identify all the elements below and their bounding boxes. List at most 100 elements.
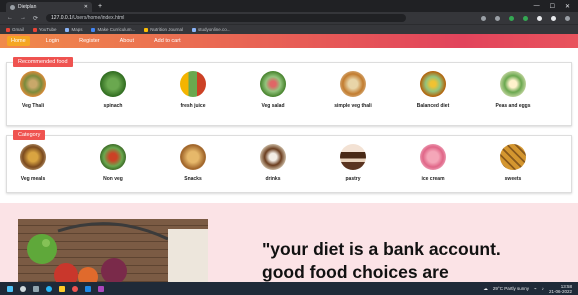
url-host: 127.0.0.1 <box>51 15 72 21</box>
category-item-label: ice cream <box>421 176 445 182</box>
volume-icon[interactable]: ♪ <box>542 286 544 291</box>
nav-register[interactable]: Register <box>75 36 103 46</box>
bookmark-gmail[interactable]: Gmail <box>6 27 24 32</box>
star-icon[interactable] <box>495 15 500 21</box>
category-item-sweets[interactable]: sweets <box>473 144 553 182</box>
food-item-veg-thali[interactable]: Veg Thali <box>0 71 73 109</box>
browser-tab-strip: Dietplan ✕ + — ☐ ✕ <box>0 0 578 12</box>
food-item-veg-salad[interactable]: Veg salad <box>233 71 313 109</box>
bookmark-icon <box>144 27 149 32</box>
vscode-icon[interactable] <box>85 285 91 292</box>
browser-toolbar: ← → ⟳ 127.0.0.1/Users/home/index.html <box>0 12 578 24</box>
food-item-label: Balanced diet <box>416 103 450 109</box>
food-item-label: Peas and eggs <box>495 103 531 109</box>
edge-icon[interactable] <box>46 285 52 292</box>
food-item-label: spinach <box>103 103 123 109</box>
reload-icon[interactable]: ⟳ <box>33 15 38 22</box>
gmail-icon <box>6 27 10 32</box>
category-item-pastry[interactable]: pastry <box>313 144 393 182</box>
category-item-snacks[interactable]: Snacks <box>153 144 233 182</box>
new-tab-icon[interactable]: + <box>98 3 102 10</box>
category-badge: Category <box>13 130 46 140</box>
food-item-label: Veg Thali <box>22 103 44 109</box>
weather-text[interactable]: 29°C Partly sunny <box>493 286 529 291</box>
category-item-label: drinks <box>265 176 281 182</box>
extensions-area <box>481 15 570 21</box>
clock-date: 21-06-2022 <box>548 288 572 294</box>
browser-tab[interactable]: Dietplan ✕ <box>6 2 92 12</box>
bookmarks-bar: Gmail YouTube Maps Make Curriculum... Nu… <box>0 24 578 34</box>
food-item-peas-and-eggs[interactable]: Peas and eggs <box>473 71 553 109</box>
network-icon[interactable]: ⌁ <box>534 286 537 292</box>
file-explorer-icon[interactable] <box>59 285 65 292</box>
pastry-image <box>340 144 366 170</box>
category-item-label: pastry <box>345 176 361 182</box>
category-row: Veg meals Non veg Snacks drinks pastry i… <box>7 144 571 182</box>
bookmark-3[interactable]: Make Curriculum... <box>91 27 135 32</box>
fresh-juice-image <box>180 71 206 97</box>
task-view-icon[interactable] <box>33 285 39 292</box>
food-item-balanced-diet[interactable]: Balanced diet <box>393 71 473 109</box>
hero-quote-line-2: good food choices are <box>262 262 449 282</box>
bookmark-4[interactable]: Nutrition Journal <box>144 27 183 32</box>
drinks-image <box>260 144 286 170</box>
extension-icon[interactable] <box>523 15 528 21</box>
tab-title: Dietplan <box>18 4 37 10</box>
category-section: Category Veg meals Non veg Snacks drinks… <box>6 130 572 193</box>
share-icon[interactable] <box>481 15 486 21</box>
recommended-food-row: Veg Thali spinach fresh juice Veg salad … <box>7 71 571 109</box>
maximize-icon[interactable]: ☐ <box>550 3 555 10</box>
search-icon[interactable] <box>20 285 26 292</box>
healthy-food-illustration <box>18 219 208 282</box>
hero-quote-line-1: "your diet is a bank account. <box>262 239 501 259</box>
ice-cream-image <box>420 144 446 170</box>
category-item-ice-cream[interactable]: ice cream <box>393 144 473 182</box>
category-item-non-veg[interactable]: Non veg <box>73 144 153 182</box>
category-item-veg-meals[interactable]: Veg meals <box>0 144 73 182</box>
nav-add-to-cart[interactable]: Add to cart <box>150 36 185 46</box>
app-icon[interactable] <box>98 285 104 292</box>
minimize-icon[interactable]: — <box>534 3 540 10</box>
weather-icon: ☁ <box>483 285 488 291</box>
category-item-label: sweets <box>504 176 522 182</box>
recommended-food-badge: Recommended food <box>13 57 73 67</box>
category-item-drinks[interactable]: drinks <box>233 144 313 182</box>
youtube-icon <box>32 27 37 32</box>
system-tray: ☁ 29°C Partly sunny ⌁ ♪ 13:58 21-06-2022 <box>483 284 572 294</box>
back-icon[interactable]: ← <box>7 15 13 21</box>
hero-quote: "your diet is a bank account. good food … <box>262 238 578 284</box>
food-item-label: fresh juice <box>180 103 206 109</box>
simple-veg-thali-image <box>340 71 366 97</box>
veg-meals-image <box>20 144 46 170</box>
nav-home[interactable]: Home <box>7 36 30 46</box>
windows-start-icon[interactable] <box>7 285 13 292</box>
puzzle-icon[interactable] <box>537 15 542 21</box>
food-item-label: Veg salad <box>261 103 285 109</box>
extension-icon[interactable] <box>509 15 514 21</box>
nav-login[interactable]: Login <box>42 36 63 46</box>
profile-icon[interactable] <box>551 15 556 21</box>
window-controls: — ☐ ✕ <box>534 3 570 10</box>
bookmark-youtube[interactable]: YouTube <box>32 27 56 32</box>
clock[interactable]: 13:58 21-06-2022 <box>549 284 572 294</box>
menu-icon[interactable] <box>565 15 570 21</box>
bookmark-icon <box>91 27 96 32</box>
healthy-food-image <box>18 219 208 282</box>
food-item-spinach[interactable]: spinach <box>73 71 153 109</box>
close-window-icon[interactable]: ✕ <box>565 3 570 10</box>
balanced-diet-image <box>420 71 446 97</box>
food-item-fresh-juice[interactable]: fresh juice <box>153 71 233 109</box>
bookmark-5[interactable]: studyonline.co... <box>192 27 231 32</box>
address-bar[interactable]: 127.0.0.1/Users/home/index.html <box>46 14 407 22</box>
sweets-image <box>500 144 526 170</box>
bookmark-maps[interactable]: Maps <box>65 27 82 32</box>
food-item-label: simple veg thali <box>334 103 372 109</box>
food-item-simple-veg-thali[interactable]: simple veg thali <box>313 71 393 109</box>
close-tab-icon[interactable]: ✕ <box>84 4 88 10</box>
forward-icon[interactable]: → <box>20 15 26 21</box>
url-path: /Users/home/index.html <box>71 15 125 21</box>
nav-about[interactable]: About <box>116 36 138 46</box>
veg-salad-image <box>260 71 286 97</box>
veg-thali-image <box>20 71 46 97</box>
chrome-icon[interactable] <box>72 285 78 292</box>
